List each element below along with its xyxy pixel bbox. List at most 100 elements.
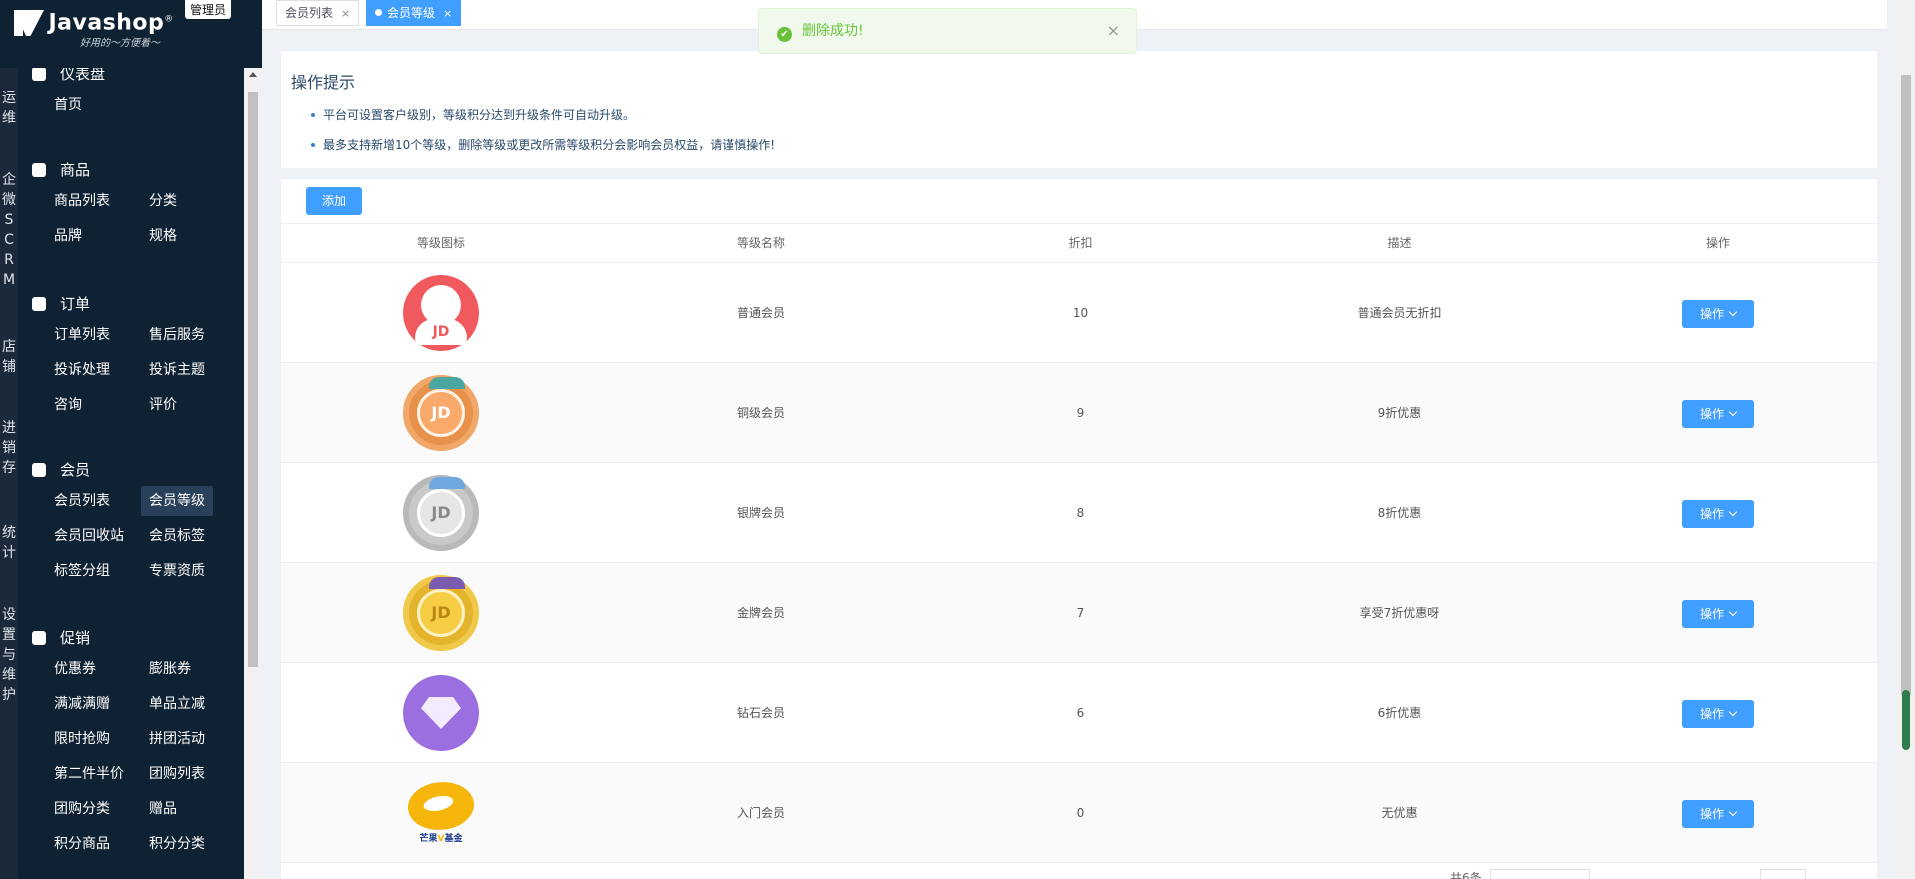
page-jump-input[interactable] xyxy=(1759,869,1806,879)
col-header-desc: 描述 xyxy=(1387,236,1412,250)
brand-trademark: ® xyxy=(164,14,174,25)
sidebar-item[interactable]: 咨询 xyxy=(46,390,90,420)
chevron-down-icon xyxy=(1728,407,1738,416)
chevron-down-icon xyxy=(1728,507,1738,516)
tab-close-icon[interactable]: × xyxy=(443,7,452,20)
tab-member-level[interactable]: 会员等级 × xyxy=(366,0,462,26)
sidebar-item[interactable]: 第二件半价 xyxy=(46,759,132,789)
action-dropdown-button[interactable]: 操作 xyxy=(1682,599,1754,628)
sidebar-item[interactable]: 会员标签 xyxy=(141,521,213,551)
sidebar-item[interactable]: 限时抢购 xyxy=(46,724,118,754)
category-3[interactable]: 进销存 xyxy=(0,418,18,478)
sidebar-group-title[interactable]: 订单 xyxy=(32,293,90,315)
order-icon xyxy=(32,297,46,311)
tab-close-icon[interactable]: × xyxy=(341,7,350,20)
admin-badge[interactable]: 管理员 xyxy=(185,0,232,19)
action-label: 操作 xyxy=(1699,306,1724,321)
level-discount: 8 xyxy=(1076,506,1085,520)
sidebar-item[interactable]: 积分商品 xyxy=(46,829,118,859)
category-2[interactable]: 店铺 xyxy=(0,337,18,377)
action-label: 操作 xyxy=(1699,406,1724,421)
brand-logo[interactable]: Javashop® 好用的～方便着～ xyxy=(14,10,173,49)
action-cell: 操作 xyxy=(1559,463,1877,563)
sidebar-scrollbar[interactable] xyxy=(244,68,262,879)
level-name: 铜级会员 xyxy=(736,406,785,420)
tab-member-list[interactable]: 会员列表 × xyxy=(276,0,360,26)
add-button[interactable]: 添加 xyxy=(306,187,362,215)
sidebar-group-title[interactable]: 促销 xyxy=(32,627,90,649)
sidebar-item[interactable]: 积分分类 xyxy=(141,829,213,859)
table-row: 芒果V基金 入门会员 0 无优惠 操作 xyxy=(281,763,1877,863)
category-0[interactable]: 运维 xyxy=(0,88,18,128)
sidebar-item[interactable]: 投诉主题 xyxy=(141,355,213,385)
action-cell: 操作 xyxy=(1559,763,1877,863)
sidebar-group-title[interactable]: 仪表盘 xyxy=(32,68,105,85)
action-label: 操作 xyxy=(1699,606,1724,621)
action-cell: 操作 xyxy=(1559,263,1877,363)
sidebar-item[interactable]: 标签分组 xyxy=(46,556,118,586)
sidebar-item[interactable]: 订单列表 xyxy=(46,320,118,350)
sidebar-item[interactable]: 投诉处理 xyxy=(46,355,118,385)
level-discount: 0 xyxy=(1076,806,1085,820)
action-dropdown-button[interactable]: 操作 xyxy=(1682,499,1754,528)
category-5[interactable]: 设置与维护 xyxy=(0,605,18,705)
sidebar-item[interactable]: 专票资质 xyxy=(141,556,213,586)
chevron-down-icon xyxy=(1728,307,1738,316)
sidebar-nav: 仪表盘首页商品商品列表 分类品牌 规格订单订单列表 售后服务 投诉处理 投诉主题咨询 评价会… xyxy=(18,68,244,879)
sidebar-item[interactable]: 优惠券 xyxy=(46,654,104,684)
category-1[interactable]: 企微SCRM xyxy=(0,170,18,290)
sidebar-item[interactable]: 拼团活动 xyxy=(141,724,213,754)
category-4[interactable]: 统计 xyxy=(0,523,18,563)
sidebar-item[interactable]: 满减满赠 xyxy=(46,689,118,719)
page-size-select[interactable] xyxy=(1489,869,1590,879)
sidebar-item[interactable]: 会员回收站 xyxy=(46,521,132,551)
sidebar-item[interactable]: 评价 xyxy=(141,390,185,420)
level-discount: 10 xyxy=(1072,306,1089,320)
javashop-logo-icon xyxy=(14,10,44,36)
level-table-panel: 添加 等级图标 等级名称 折扣 描述 操作 JD 普通会员 10 普通会员无折扣 操作 J… xyxy=(281,179,1877,879)
sidebar-group-label: 会员 xyxy=(60,461,91,479)
sidebar-group-title[interactable]: 会员 xyxy=(32,459,90,481)
sidebar-group-title[interactable]: 商品 xyxy=(32,159,90,181)
sidebar-item[interactable]: 团购列表 xyxy=(141,759,213,789)
sidebar-scroll-thumb[interactable] xyxy=(248,92,258,667)
table-row: JD 普通会员 10 普通会员无折扣 操作 xyxy=(281,263,1877,363)
table-header: 等级图标 等级名称 折扣 描述 操作 xyxy=(281,223,1877,263)
sidebar-item[interactable]: 单品立减 xyxy=(141,689,213,719)
tab-label: 会员等级 xyxy=(387,6,436,20)
sidebar-item[interactable]: 规格 xyxy=(141,221,185,251)
sidebar-item[interactable]: 商品列表 xyxy=(46,186,118,216)
sidebar-item[interactable]: 分类 xyxy=(141,186,185,216)
page-scrollbar[interactable] xyxy=(1897,0,1915,879)
action-cell: 操作 xyxy=(1559,563,1877,663)
tips-title: 操作提示 xyxy=(291,73,356,92)
col-header-discount: 折扣 xyxy=(1068,236,1093,250)
action-dropdown-button[interactable]: 操作 xyxy=(1682,399,1754,428)
toast-close-icon[interactable]: × xyxy=(1107,9,1120,53)
table-row: JD 铜级会员 9 9折优惠 操作 xyxy=(281,363,1877,463)
sidebar-item[interactable]: 膨胀券 xyxy=(141,654,199,684)
table-row: 钻石会员 6 6折优惠 操作 xyxy=(281,663,1877,763)
sidebar-item[interactable]: 会员等级 xyxy=(141,486,213,516)
level-desc: 6折优惠 xyxy=(1377,706,1422,720)
level-discount: 7 xyxy=(1076,606,1085,620)
sidebar-item[interactable]: 赠品 xyxy=(141,794,185,824)
page-scroll-thumb[interactable] xyxy=(1901,75,1911,695)
action-dropdown-button[interactable]: 操作 xyxy=(1682,699,1754,728)
sidebar-item[interactable]: 会员列表 xyxy=(46,486,118,516)
sidebar-group-label: 商品 xyxy=(60,161,91,179)
sidebar-item[interactable]: 品牌 xyxy=(46,221,90,251)
level-name: 金牌会员 xyxy=(736,606,785,620)
tips-list: 平台可设置客户级别，等级积分达到升级条件可自动升级。 最多支持新增10个等级，删… xyxy=(311,107,775,167)
level-desc: 无优惠 xyxy=(1381,806,1418,820)
scroll-up-arrow-icon[interactable] xyxy=(249,72,257,77)
sidebar-item[interactable]: 售后服务 xyxy=(141,320,213,350)
action-dropdown-button[interactable]: 操作 xyxy=(1682,799,1754,828)
action-dropdown-button[interactable]: 操作 xyxy=(1682,299,1754,328)
silver-medal-icon: JD xyxy=(281,463,601,563)
sidebar-item[interactable]: 首页 xyxy=(46,90,90,120)
red-member-icon: JD xyxy=(281,263,601,363)
promotion-icon xyxy=(32,631,46,645)
sidebar-group-label: 订单 xyxy=(60,295,91,313)
sidebar-item[interactable]: 团购分类 xyxy=(46,794,118,824)
